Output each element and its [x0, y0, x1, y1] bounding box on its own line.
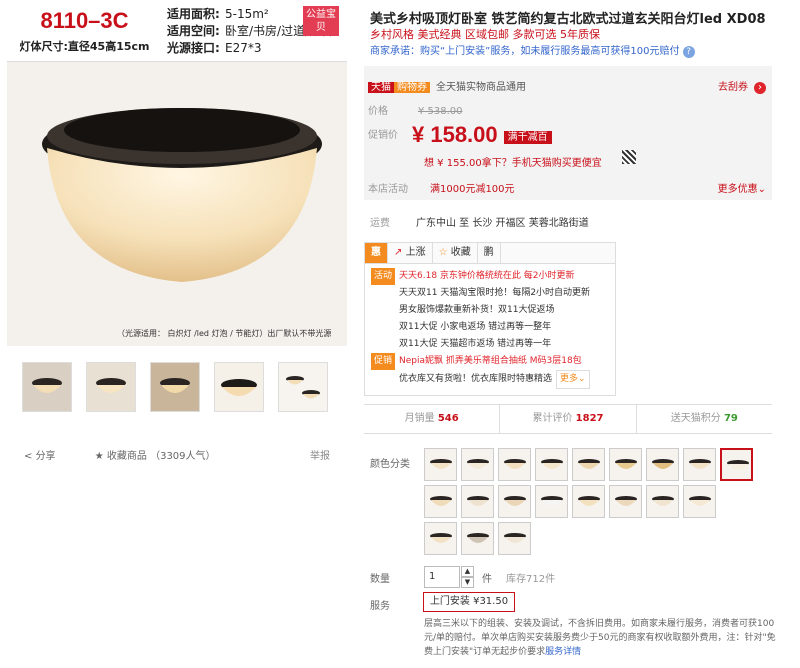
spec-banner: 8110–3C 灯体尺寸:直径45高15cm 适用面积: 5-15m² 适用空间:… [7, 0, 347, 62]
scratch-coupon-link[interactable]: 去刮券 › [718, 78, 766, 94]
trend-up-icon: ↗ [394, 247, 403, 258]
service-label: 服务 [370, 601, 390, 612]
color-label: 颜色分类 [370, 459, 410, 470]
sales-stats: 月销量 546 累计评价 1827 送天猫积分 79 [364, 404, 772, 434]
shipping-location-select[interactable]: 广东中山 至 长沙 开福区 芙蓉北路街道 [416, 218, 589, 229]
tab-extra[interactable]: 鹏 [478, 243, 501, 263]
arrow-right-icon: › [754, 82, 766, 94]
promo-price-row: 促销价 ¥ 158.00 满千减百 [368, 122, 552, 148]
color-swatch[interactable] [646, 448, 679, 481]
original-price-row: 价格 ¥ 538.00 [368, 106, 463, 117]
color-swatch[interactable] [683, 448, 716, 481]
list-item[interactable]: 男女服饰爆款重新补货！双11大促返场 [371, 302, 609, 319]
quantity-input[interactable]: 1 [424, 566, 460, 588]
tmall-tag: 天猫 [368, 82, 394, 93]
shipping-row: 运费 广东中山 至 长沙 开福区 芙蓉北路街道 [370, 218, 589, 229]
promo-price: ¥ 158.00 [412, 122, 498, 147]
quantity-label: 数量 [370, 574, 390, 585]
favorite-link[interactable]: ★ 收藏商品 （3309人气） [95, 451, 234, 462]
promotion-list: 活动 天天6.18 京东钟价格统统在此 每2小时更新 天天双11 天猫淘宝限时抢！… [364, 264, 616, 396]
coupon-tag: 购物券 [394, 82, 430, 93]
report-link[interactable]: 举报 [310, 447, 330, 462]
tab-deals[interactable]: 惠 [365, 243, 388, 263]
service-details-link[interactable]: 服务详情 [545, 647, 581, 657]
color-swatch[interactable] [498, 485, 531, 518]
thumbnail[interactable] [278, 362, 328, 412]
light-source-caption: （光源适用： 白炽灯 /led 灯泡 / 节能灯）出厂默认不带光源 [117, 329, 332, 338]
color-swatch[interactable] [461, 485, 494, 518]
mobile-offer[interactable]: 想 ¥ 155.00拿下？手机天猫购买更便宜 [424, 154, 602, 169]
increment-button[interactable]: ▲ [461, 566, 474, 577]
decrement-button[interactable]: ▼ [461, 577, 474, 588]
tmall-points: 送天猫积分 79 [670, 413, 738, 424]
original-price: ¥ 538.00 [418, 106, 463, 117]
product-subtitle: 乡村风格 美式经典 区域包邮 多款可选 5年质保 [370, 28, 600, 41]
color-swatch[interactable] [424, 448, 457, 481]
charity-badge: 公益宝贝 [303, 6, 339, 36]
color-swatch[interactable] [535, 448, 568, 481]
tab-price-rise[interactable]: ↗ 上涨 [388, 243, 433, 263]
color-swatch[interactable] [535, 485, 568, 518]
product-title: 美式乡村吸顶灯卧室 铁艺简约复古北欧式过道玄关阳台灯led XD08 [370, 12, 766, 27]
thumbnail[interactable] [150, 362, 200, 412]
color-swatch[interactable] [572, 448, 605, 481]
color-swatch[interactable] [646, 485, 679, 518]
color-swatch[interactable] [461, 448, 494, 481]
star-icon: ☆ [438, 247, 448, 258]
list-item[interactable]: 优衣库又有货啦！优衣库限时特惠精选 更多⌄ [371, 370, 609, 389]
color-swatch[interactable] [498, 448, 531, 481]
install-service-button[interactable]: 上门安装 ¥31.50 [423, 592, 515, 612]
thumbnail[interactable] [22, 362, 72, 412]
lamp-size: 灯体尺寸:直径45高15cm [19, 40, 150, 53]
promo-tag: 满千减百 [503, 130, 552, 144]
monthly-sales: 月销量 546 [364, 405, 501, 433]
stock-count: 库存712件 [506, 574, 556, 585]
quantity-unit: 件 [482, 574, 492, 585]
color-swatch[interactable] [683, 485, 716, 518]
color-swatch[interactable] [424, 522, 457, 555]
tab-favorite[interactable]: ☆ 收藏 [433, 243, 478, 263]
plugin-tabs: 惠 ↗ 上涨 ☆ 收藏 鹏 [364, 242, 616, 264]
price-box: 天猫 购物券 全天猫实物商品通用 去刮券 › 价格 ¥ 538.00 促销价 ¥ 158.… [364, 66, 772, 200]
color-swatch[interactable] [498, 522, 531, 555]
list-item[interactable]: 天天双11 天猫淘宝限时抢！每隔2小时自动更新 [371, 285, 609, 302]
color-swatch[interactable] [424, 485, 457, 518]
ceiling-lamp-picture [42, 108, 322, 282]
color-swatch[interactable] [461, 522, 494, 555]
main-product-image: 8110–3C 灯体尺寸:直径45高15cm 适用面积: 5-15m² 适用空间:… [7, 0, 347, 346]
store-activity-row: 本店活动 满1000元减100元 [368, 184, 515, 195]
more-promotions-link[interactable]: 更多优惠⌄ [718, 180, 766, 195]
thumbnail[interactable] [86, 362, 136, 412]
model-number: 8110–3C [40, 8, 129, 33]
more-button[interactable]: 更多⌄ [556, 370, 590, 389]
list-item[interactable]: 活动 天天6.18 京东钟价格统统在此 每2小时更新 [371, 268, 609, 285]
help-icon[interactable]: ? [682, 46, 695, 58]
total-reviews[interactable]: 累计评价 1827 [500, 405, 637, 433]
merchant-promise: 商家承诺：购买“上门安装”服务，如未履行服务最高可获得100元赔付 ? [370, 42, 695, 58]
service-description: 层高三米以下的组装、安装及调试，不含拆旧费用。如商家未履行服务，消费者可获100… [424, 619, 776, 657]
color-swatch[interactable] [609, 448, 642, 481]
spec-row: 光源接口: E27*3 [167, 41, 262, 55]
color-swatch[interactable] [609, 485, 642, 518]
list-item[interactable]: 双11大促 小家电返场 错过再等一整年 [371, 319, 609, 336]
color-swatch[interactable] [572, 485, 605, 518]
list-item[interactable]: 双11大促 天猫超市返场 错过再等一年 [371, 336, 609, 353]
thumbnail[interactable] [214, 362, 264, 412]
color-swatch[interactable] [720, 448, 753, 481]
share-link[interactable]: < 分享 [24, 451, 74, 462]
coupon-row: 天猫 购物券 全天猫实物商品通用 [368, 78, 526, 93]
list-item[interactable]: 促销 Nepia妮飘 抓弄美乐蒂组合抽纸 M码3层18包 [371, 353, 609, 370]
model-block: 8110–3C 灯体尺寸:直径45高15cm [7, 0, 162, 62]
qr-code-icon[interactable] [622, 150, 636, 164]
share-row: < 分享 ★ 收藏商品 （3309人气） [24, 447, 334, 462]
